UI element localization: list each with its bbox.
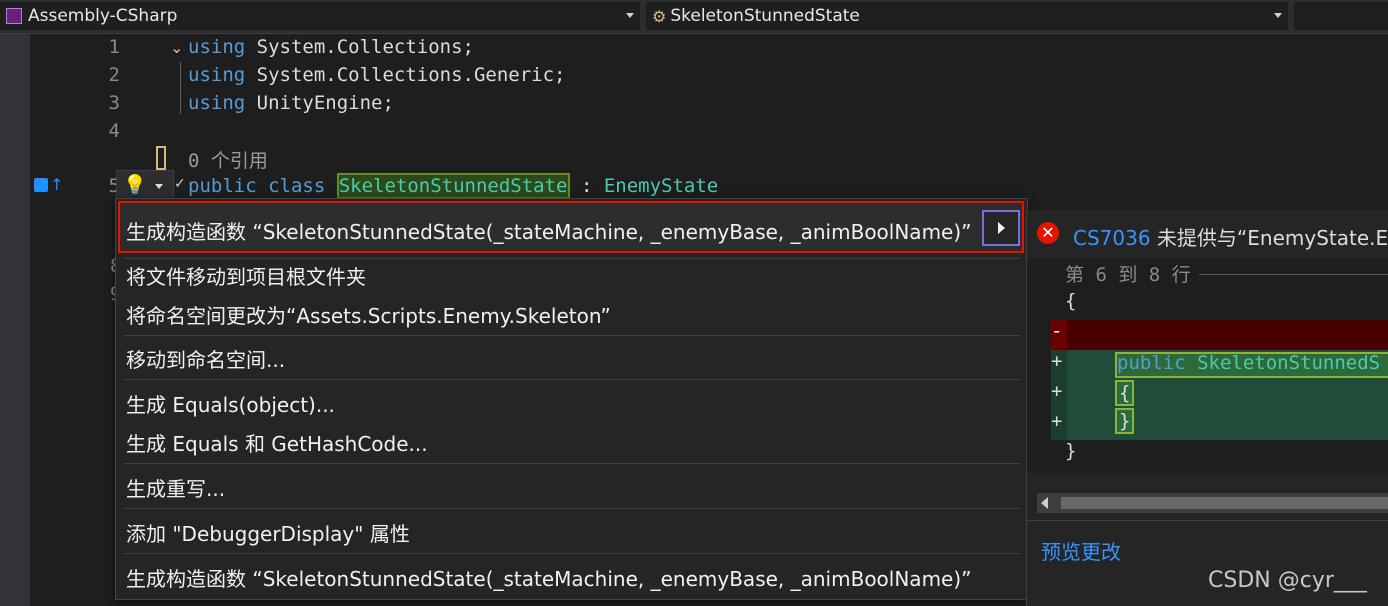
separator (124, 379, 1020, 380)
project-name: Assembly-CSharp (28, 6, 178, 26)
chevron-down-icon (626, 13, 634, 18)
line-number: 4 (108, 120, 120, 142)
diff-minus-sign: - (1051, 320, 1063, 342)
codelens-references[interactable]: 0 个引用 (188, 146, 268, 173)
preview-changes-link[interactable]: 预览更改 (1041, 536, 1121, 565)
navigation-bar: Assembly-CSharp ⚙ SkeletonStunnedState (0, 0, 1388, 34)
preview-pane: ✕ CS7036 未提供与“EnemyState.E 第 6 到 8 行 { -… (1026, 210, 1388, 606)
separator (124, 335, 1020, 336)
error-message: CS7036 未提供与“EnemyState.E (1073, 226, 1388, 250)
separator (124, 258, 1020, 259)
bookmark-icon (156, 146, 166, 170)
action-move-to-namespace[interactable]: 移动到命名空间... (126, 344, 285, 373)
code-line-1: using System.Collections; (188, 36, 474, 58)
scrollbar-thumb[interactable] (1061, 497, 1388, 509)
check-icon: ✓ (174, 176, 186, 192)
action-change-namespace[interactable]: 将命名空间更改为“Assets.Scripts.Enemy.Skeleton” (126, 300, 611, 329)
action-add-debugger-display[interactable]: 添加 "DebuggerDisplay" 属性 (126, 518, 410, 547)
chevron-down-icon (155, 184, 163, 189)
added-line-text: public SkeletonStunnedS (1117, 352, 1381, 374)
implementation-icon[interactable] (34, 178, 48, 192)
project-dropdown[interactable]: Assembly-CSharp (0, 2, 640, 30)
separator (1027, 520, 1388, 521)
action-generate-constructor-alt[interactable]: 生成构造函数 “SkeletonStunnedState(_stateMachi… (126, 563, 972, 592)
code-line-3: using UnityEngine; (188, 92, 394, 114)
action-generate-equals[interactable]: 生成 Equals(object)... (126, 389, 335, 418)
code-line-5: public class SkeletonStunnedState : Enem… (188, 173, 719, 199)
added-brace-open: { (1115, 380, 1135, 406)
lightbulb-icon: 💡 (123, 174, 147, 196)
action-generate-constructor[interactable]: 生成构造函数 “SkeletonStunnedState(_stateMachi… (126, 216, 972, 245)
member-dropdown[interactable] (1294, 2, 1388, 30)
close-brace: } (1065, 440, 1077, 462)
range-divider (1199, 274, 1388, 275)
action-move-file[interactable]: 将文件移动到项目根文件夹 (126, 261, 366, 290)
separator (124, 553, 1020, 554)
quick-actions-menu: 生成构造函数 “SkeletonStunnedState(_stateMachi… (115, 198, 1028, 600)
diff-preview: 第 6 到 8 行 { - + + + public SkeletonStunn… (1027, 258, 1388, 473)
error-icon: ✕ (1037, 222, 1059, 244)
action-generate-overrides[interactable]: 生成重写... (126, 473, 225, 502)
horizontal-scrollbar[interactable] (1037, 493, 1388, 513)
line-number: 1 (108, 36, 120, 58)
glyph-margin (0, 34, 30, 606)
csharp-project-icon (6, 8, 22, 24)
separator (124, 508, 1020, 509)
chevron-right-icon (998, 222, 1005, 234)
open-brace: { (1065, 290, 1077, 312)
diff-removed-line (1067, 320, 1388, 350)
line-range: 第 6 到 8 行 (1065, 264, 1191, 286)
type-name: SkeletonStunnedState (670, 6, 860, 26)
added-brace-close: } (1115, 408, 1135, 434)
diff-plus-sign: + (1051, 410, 1063, 432)
arrow-up-icon[interactable]: ↑ (50, 175, 63, 194)
outline-guide (180, 62, 181, 114)
class-name-highlight: SkeletonStunnedState (336, 173, 570, 199)
diff-plus-sign: + (1051, 380, 1063, 402)
separator (124, 463, 1020, 464)
chevron-left-icon[interactable] (1041, 497, 1048, 509)
chevron-down-icon (1274, 13, 1282, 18)
type-dropdown[interactable]: ⚙ SkeletonStunnedState (646, 2, 1288, 30)
expand-submenu-button[interactable] (982, 210, 1020, 246)
diff-plus-sign: + (1051, 350, 1063, 372)
watermark: CSDN @cyr___ (1208, 568, 1367, 593)
line-number: 3 (108, 92, 120, 114)
code-line-2: using System.Collections.Generic; (188, 64, 566, 86)
action-generate-equals-hashcode[interactable]: 生成 Equals 和 GetHashCode... (126, 428, 428, 457)
error-code-link[interactable]: CS7036 (1073, 226, 1151, 250)
class-icon: ⚙ (652, 6, 667, 26)
collapse-icon[interactable]: ⌄ (170, 38, 183, 57)
line-number: 2 (108, 64, 120, 86)
